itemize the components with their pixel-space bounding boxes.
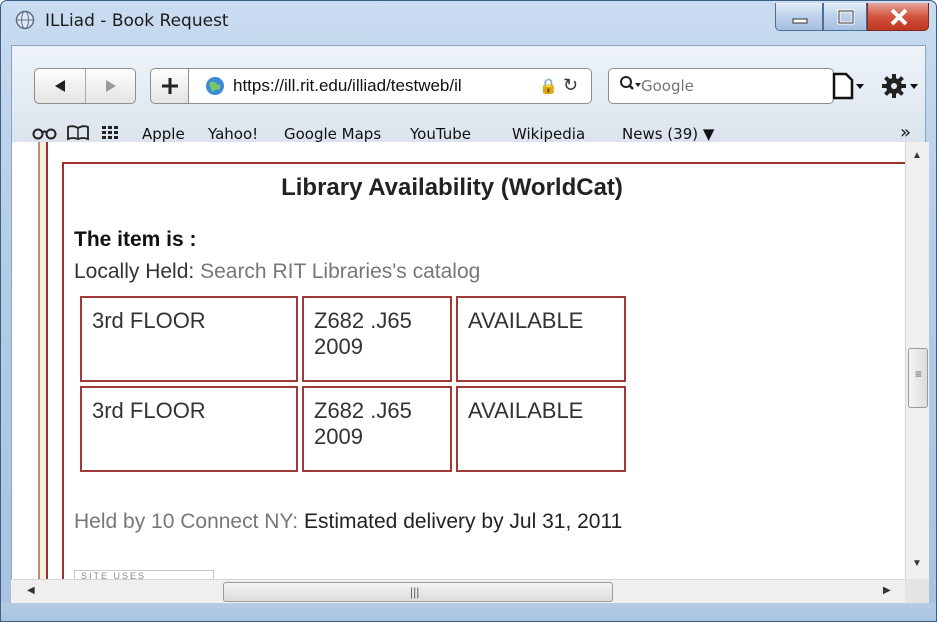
search-input[interactable] [641,74,827,98]
holdings-table: 3rd FLOOR Z682 .J65 2009 AVAILABLE 3rd F… [76,292,630,476]
page-menu-button[interactable] [826,70,870,102]
search-catalog-link[interactable]: Search RIT Libraries's catalog [200,260,480,283]
maximize-button[interactable] [823,3,867,31]
vertical-scroll-thumb[interactable]: ≡ [908,348,928,408]
nav-buttons [34,68,136,104]
holding-location: 3rd FLOOR [80,296,298,382]
browser-toolbar: https://ill.rit.edu/illiad/testweb/il 🔒 … [11,45,926,143]
holding-call-number: Z682 .J65 2009 [302,296,452,382]
bookmarks-bar: Apple Yahoo! Google Maps YouTube Wikiped… [22,122,922,143]
bookmark-apple[interactable]: Apple [142,125,185,143]
site-globe-icon [206,77,224,95]
window-bottom-border [1,603,936,621]
holding-status: AVAILABLE [456,386,626,472]
holding-location: 3rd FLOOR [80,386,298,472]
table-row: 3rd FLOOR Z682 .J65 2009 AVAILABLE [80,296,626,382]
bookmark-news-folder[interactable]: News (39) ▼ [622,125,714,143]
browser-window: ILLiad - Book Request https://ill.rit.ed… [0,0,937,622]
address-bar[interactable]: https://ill.rit.edu/illiad/testweb/il 🔒 … [188,68,592,104]
reload-icon[interactable]: ↻ [563,75,578,96]
minimize-icon [792,18,808,24]
url-text[interactable]: https://ill.rit.edu/illiad/testweb/il [233,76,533,96]
close-icon [890,8,908,26]
locally-held-label: Locally Held: [74,260,195,283]
grip-icon: ||| [410,585,420,599]
page-content: Library Availability (WorldCat) The item… [11,142,905,579]
left-decorative-border [38,142,48,579]
forward-button[interactable] [86,69,136,103]
back-arrow-icon [55,80,65,92]
forward-arrow-icon [106,80,116,92]
bookmarks-overflow-icon[interactable]: » [900,122,911,143]
item-status-label: The item is : [74,228,197,251]
scroll-right-icon[interactable]: ▶ [883,585,891,596]
title-bar: ILLiad - Book Request [1,1,936,45]
browser-globe-icon [15,10,35,30]
held-by-line: Held by 10 Connect NY: Estimated deliver… [74,510,622,534]
close-button[interactable] [867,3,929,31]
add-bookmark-button[interactable] [150,68,188,104]
horizontal-scrollbar[interactable]: ◀ ||| ▶ [11,579,905,603]
plus-icon [162,78,178,94]
page-title: Library Availability (WorldCat) [281,174,623,201]
window-title: ILLiad - Book Request [45,11,229,31]
vertical-scrollbar[interactable]: ▲ ≡ ▼ [905,142,929,579]
scroll-left-icon[interactable]: ◀ [27,585,35,596]
horizontal-scroll-thumb[interactable]: ||| [223,582,613,602]
estimated-delivery: Estimated delivery by Jul 31, 2011 [303,510,623,533]
scroll-up-icon[interactable]: ▲ [912,150,922,161]
maximize-icon [837,9,855,25]
bookmark-google-maps[interactable]: Google Maps [284,125,381,143]
page-icon [832,72,864,100]
grip-icon: ≡ [915,367,923,381]
minimize-button[interactable] [775,3,823,31]
scroll-down-icon[interactable]: ▼ [912,558,922,569]
search-box[interactable] [608,68,834,104]
held-by-connect-ny-link[interactable]: Held by 10 Connect NY: [74,510,298,533]
bookmark-yahoo[interactable]: Yahoo! [208,125,258,143]
holding-status: AVAILABLE [456,296,626,382]
bookmark-youtube[interactable]: YouTube [410,125,471,143]
settings-menu-button[interactable] [878,70,922,102]
locally-held-line: Locally Held: Search RIT Libraries's cat… [74,260,480,284]
bookmark-wikipedia[interactable]: Wikipedia [512,125,585,143]
gear-icon [882,74,918,98]
holding-call-number: Z682 .J65 2009 [302,386,452,472]
back-button[interactable] [35,69,85,103]
scrollbar-corner [905,579,929,603]
site-uses-badge[interactable]: SITE USES [74,570,214,579]
search-icon[interactable] [619,75,641,100]
lock-icon[interactable]: 🔒 [539,77,558,95]
table-row: 3rd FLOOR Z682 .J65 2009 AVAILABLE [80,386,626,472]
